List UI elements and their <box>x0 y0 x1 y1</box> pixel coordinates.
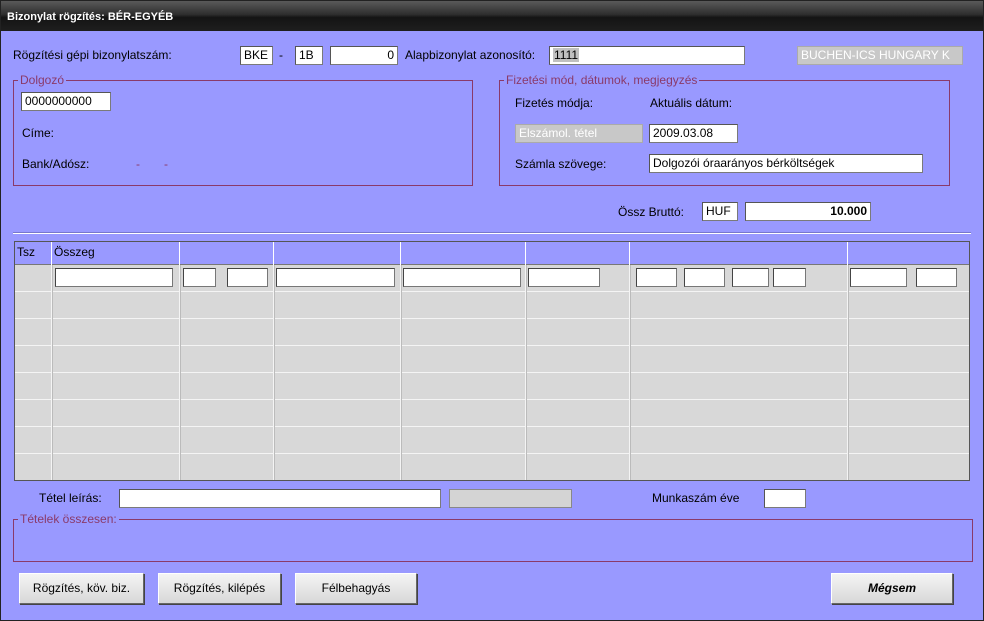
save-exit-button[interactable]: Rögzítés, kilépés <box>158 573 281 604</box>
cancel-button[interactable]: Mégsem <box>831 573 953 604</box>
grid-cell-input[interactable] <box>183 268 216 287</box>
bank-label: Bank/Adósz: <box>22 157 90 171</box>
grid-cell-input[interactable] <box>684 268 725 287</box>
grid-cell-input[interactable] <box>403 268 521 287</box>
grid-divider <box>179 265 181 480</box>
doc-number-label: Rögzítési gépi bizonylatszám: <box>13 48 172 62</box>
doc-series-field[interactable]: 1B <box>295 46 323 65</box>
payment-mode-field: Elszámol. tétel <box>515 124 643 143</box>
pause-button[interactable]: Félbehagyás <box>295 573 417 604</box>
grid-col-5 <box>401 242 526 265</box>
grid-row[interactable] <box>15 346 969 373</box>
doc-dash: - <box>279 48 283 62</box>
bank-dash-1: - <box>136 157 140 171</box>
grid-divider <box>51 265 53 480</box>
payment-group-title: Fizetési mód, dátumok, megjegyzés <box>504 73 700 87</box>
window-title: Bizonylat rögzítés: BÉR-EGYÉB <box>1 1 983 31</box>
gross-total-label: Össz Bruttó: <box>618 205 685 219</box>
gross-total-field: 10.000 <box>745 202 871 221</box>
grid-divider <box>273 265 275 480</box>
current-date-field[interactable]: 2009.03.08 <box>649 124 738 143</box>
grid-cell-input[interactable] <box>732 268 769 287</box>
base-doc-field[interactable]: 1111 <box>549 46 745 65</box>
address-label: Címe: <box>22 126 55 140</box>
grid-row[interactable] <box>15 319 969 346</box>
invoice-text-field[interactable]: Dolgozói óraarányos bérköltségek <box>649 154 923 173</box>
payment-mode-label: Fizetés módja: <box>515 96 594 110</box>
grid-cell-input[interactable] <box>850 268 907 287</box>
grid-cell-input[interactable] <box>636 268 677 287</box>
grid-cell-input[interactable] <box>227 268 268 287</box>
separator <box>13 232 971 234</box>
employee-id-field[interactable]: 0000000000 <box>21 92 111 111</box>
grid-row[interactable] <box>15 373 969 400</box>
job-year-field[interactable] <box>764 489 806 508</box>
base-doc-value: 1111 <box>553 48 580 62</box>
current-date-label: Aktuális dátum: <box>650 96 733 110</box>
grid-cell-input[interactable] <box>528 268 600 287</box>
invoice-text-label: Számla szövege: <box>515 157 607 171</box>
grid-row[interactable] <box>15 292 969 319</box>
grid-row[interactable] <box>15 427 969 454</box>
items-total-group: Tételek összesen: <box>13 512 973 562</box>
job-year-label: Munkaszám éve <box>652 491 740 505</box>
grid-divider <box>847 265 849 480</box>
grid-col-3 <box>180 242 274 265</box>
bank-dash-2: - <box>164 157 168 171</box>
grid-header: Tsz Összeg <box>15 242 969 265</box>
currency-field: HUF <box>702 202 738 221</box>
items-grid[interactable]: Tsz Összeg <box>14 241 970 481</box>
grid-col-4 <box>274 242 401 265</box>
doc-prefix-field[interactable]: BKE <box>240 46 273 65</box>
save-next-button[interactable]: Rögzítés, köv. biz. <box>19 573 144 604</box>
item-desc-lookup-field[interactable] <box>449 489 572 508</box>
company-field: BUCHEN-ICS HUNGARY K <box>797 46 963 65</box>
item-desc-field[interactable] <box>119 489 441 508</box>
grid-col-7 <box>630 242 848 265</box>
grid-divider <box>400 265 402 480</box>
grid-col-6 <box>526 242 630 265</box>
grid-cell-input[interactable] <box>773 268 806 287</box>
grid-row[interactable] <box>15 400 969 427</box>
document-entry-window: Bizonylat rögzítés: BÉR-EGYÉB Rögzítési … <box>0 0 984 621</box>
employee-group-title: Dolgozó <box>18 73 67 87</box>
grid-cell-input[interactable] <box>916 268 957 287</box>
doc-number-field[interactable]: 0 <box>330 46 398 65</box>
item-desc-label: Tétel leírás: <box>39 491 102 505</box>
grid-divider <box>525 265 527 480</box>
grid-col-amount: Összeg <box>52 242 180 265</box>
base-doc-label: Alapbizonylat azonosító: <box>405 48 536 62</box>
grid-col-8 <box>848 242 969 265</box>
grid-cell-input[interactable] <box>276 268 395 287</box>
grid-amount-input[interactable] <box>55 268 173 287</box>
items-total-title: Tételek összesen: <box>18 512 119 526</box>
grid-divider <box>629 265 631 480</box>
grid-col-tsz: Tsz <box>15 242 52 265</box>
grid-row[interactable] <box>15 454 969 480</box>
